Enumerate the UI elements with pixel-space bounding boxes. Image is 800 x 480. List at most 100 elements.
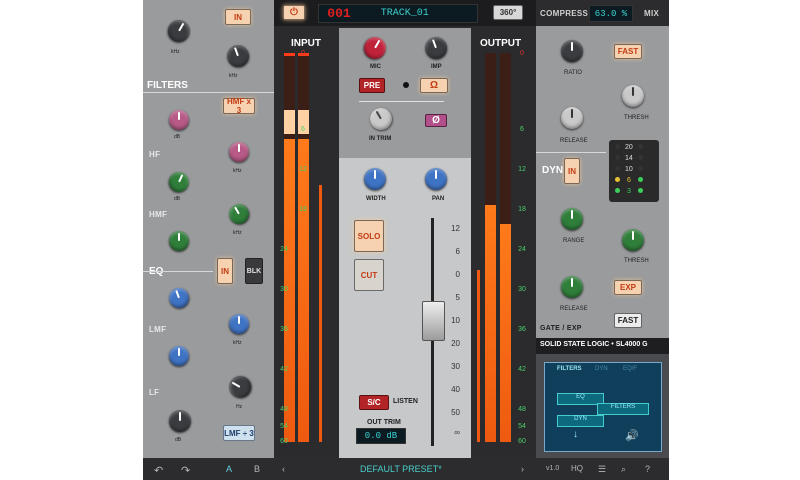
pre-button[interactable]: PRE bbox=[359, 78, 385, 93]
lf-gain-knob[interactable] bbox=[169, 410, 191, 432]
fader-tick: 5 bbox=[455, 293, 460, 302]
fader-tick: 20 bbox=[451, 339, 460, 348]
gr-scale-value: 6 bbox=[626, 177, 631, 184]
hmf-gain-knob[interactable] bbox=[165, 168, 193, 196]
scale-tick: 6 bbox=[520, 126, 524, 133]
undo-icon[interactable]: ↶ bbox=[154, 464, 163, 477]
output-meter-left-fill bbox=[485, 204, 496, 442]
dyn-in-button[interactable]: IN bbox=[564, 158, 580, 184]
track-display[interactable]: 001 TRACK_01 bbox=[318, 4, 478, 23]
scale-tick: 30 bbox=[518, 286, 526, 293]
search-icon[interactable]: ⌕ bbox=[621, 464, 626, 475]
exp-button[interactable]: EXP bbox=[614, 280, 642, 295]
omega-button[interactable]: Ω bbox=[420, 78, 448, 93]
filter-in-button[interactable]: IN bbox=[225, 9, 251, 25]
comp-fast-button[interactable]: FAST bbox=[614, 44, 642, 59]
lpf-unit-label: kHz bbox=[229, 73, 238, 79]
gate-fast-button[interactable]: FAST bbox=[614, 313, 642, 328]
ratio-label: RATIO bbox=[564, 70, 582, 76]
dyn-label: DYN bbox=[542, 165, 564, 176]
gr-led-right bbox=[637, 188, 643, 193]
gr-led-left bbox=[615, 144, 620, 149]
mix-display[interactable]: 63.0 % bbox=[589, 5, 633, 22]
fader-tick: ∞ bbox=[454, 428, 460, 437]
gate-thresh-knob[interactable] bbox=[622, 229, 644, 251]
scale-tick: 12 bbox=[299, 166, 307, 173]
fader-tick: 50 bbox=[451, 408, 460, 417]
in-trim-label: IN TRIM bbox=[369, 136, 392, 142]
scale-tick: 0 bbox=[520, 50, 524, 57]
gr-led-left bbox=[615, 177, 620, 182]
view-360-button[interactable]: 360° bbox=[493, 5, 523, 20]
lmf-q-knob[interactable] bbox=[169, 346, 189, 366]
hf-label: HF bbox=[149, 150, 161, 159]
hmf-x3-button[interactable]: HMF x 3 bbox=[223, 97, 255, 115]
hf-freq-knob[interactable] bbox=[229, 142, 249, 162]
gate-thresh-label: THRESH bbox=[624, 258, 649, 264]
hmf-freq-knob[interactable] bbox=[225, 200, 253, 228]
comp-release-label: RELEASE bbox=[560, 138, 588, 144]
routing-block-dyn[interactable]: DYN bbox=[557, 415, 604, 427]
fader-tick: 10 bbox=[451, 316, 460, 325]
routing-tab-filters[interactable]: FILTERS bbox=[557, 366, 582, 372]
lmf-freq-knob[interactable] bbox=[229, 314, 249, 334]
hpf-unit-label: kHz bbox=[171, 49, 180, 55]
mic-label: MIC bbox=[370, 64, 381, 70]
gate-release-knob[interactable] bbox=[561, 276, 583, 298]
routing-screen: FILTERS DYN EQ/F EQ FILTERS DYN 🔊 ↓ bbox=[544, 362, 662, 452]
preset-b-button[interactable]: B bbox=[254, 464, 260, 474]
redo-icon[interactable]: ↷ bbox=[181, 464, 190, 477]
eq-in-button[interactable]: IN bbox=[217, 258, 233, 284]
routing-tab-eq[interactable]: EQ/F bbox=[623, 366, 637, 372]
help-icon[interactable]: ? bbox=[645, 464, 650, 474]
pan-knob[interactable] bbox=[425, 168, 447, 190]
gate-range-label: RANGE bbox=[563, 238, 585, 244]
hf-gain-unit: dB bbox=[174, 134, 181, 140]
out-trim-display[interactable]: 0.0 dB bbox=[356, 428, 406, 444]
hf-gain-knob[interactable] bbox=[169, 110, 189, 130]
ratio-knob[interactable] bbox=[561, 40, 583, 62]
power-button[interactable]: ⏻ bbox=[283, 5, 305, 20]
preset-a-button[interactable]: A bbox=[226, 464, 232, 474]
preset-name[interactable]: DEFAULT PRESET* bbox=[360, 464, 442, 474]
lmf-div3-button[interactable]: LMF ÷ 3 bbox=[223, 425, 255, 441]
out-trim-label: OUT TRIM bbox=[367, 419, 401, 426]
cut-button[interactable]: CUT bbox=[354, 259, 384, 291]
sliders-icon[interactable]: ☰ bbox=[598, 464, 606, 475]
hpf-knob[interactable] bbox=[163, 15, 195, 47]
routing-tab-dyn[interactable]: DYN bbox=[595, 366, 608, 372]
hq-button[interactable]: HQ bbox=[571, 464, 583, 473]
comp-thresh-knob[interactable] bbox=[622, 85, 644, 107]
width-knob[interactable] bbox=[364, 168, 386, 190]
lmf-gain-knob[interactable] bbox=[166, 285, 192, 311]
compress-label: COMPRESS bbox=[540, 9, 589, 18]
eq-blk-button[interactable]: BLK bbox=[245, 258, 263, 284]
solo-button[interactable]: SOLO bbox=[354, 220, 384, 252]
scale-tick: 0 bbox=[301, 50, 305, 57]
lpf-knob[interactable] bbox=[223, 41, 253, 71]
hmf-q-knob[interactable] bbox=[169, 231, 189, 251]
fader-tick: 6 bbox=[455, 247, 460, 256]
scale-tick: 54 bbox=[518, 423, 526, 430]
gr-led-row: 6 bbox=[615, 177, 653, 187]
scale-tick: 6 bbox=[301, 126, 305, 133]
hmf-freq-unit: kHz bbox=[233, 230, 242, 236]
gr-led-right bbox=[637, 166, 643, 171]
scale-tick: 18 bbox=[518, 206, 526, 213]
brand-label: SOLID STATE LOGIC • SL4000 G bbox=[540, 341, 648, 348]
listen-label: LISTEN bbox=[393, 398, 418, 405]
comp-release-knob[interactable] bbox=[561, 107, 583, 129]
fader-tick: 30 bbox=[451, 362, 460, 371]
gate-range-knob[interactable] bbox=[561, 208, 583, 230]
scale-tick: 60 bbox=[280, 438, 288, 445]
sidechain-button[interactable]: S/C bbox=[359, 395, 389, 410]
preset-prev-icon[interactable]: ‹ bbox=[282, 464, 285, 474]
filters-divider bbox=[143, 92, 274, 93]
pre-led bbox=[403, 82, 409, 88]
preamp-divider bbox=[359, 101, 444, 102]
lf-freq-knob[interactable] bbox=[224, 371, 256, 403]
routing-block-filters[interactable]: FILTERS bbox=[597, 403, 649, 415]
phase-button[interactable]: Ø bbox=[425, 114, 447, 127]
fader-scale: 12 6 0 5 10 20 30 40 50 ∞ bbox=[438, 220, 466, 450]
preset-next-icon[interactable]: › bbox=[521, 464, 524, 474]
